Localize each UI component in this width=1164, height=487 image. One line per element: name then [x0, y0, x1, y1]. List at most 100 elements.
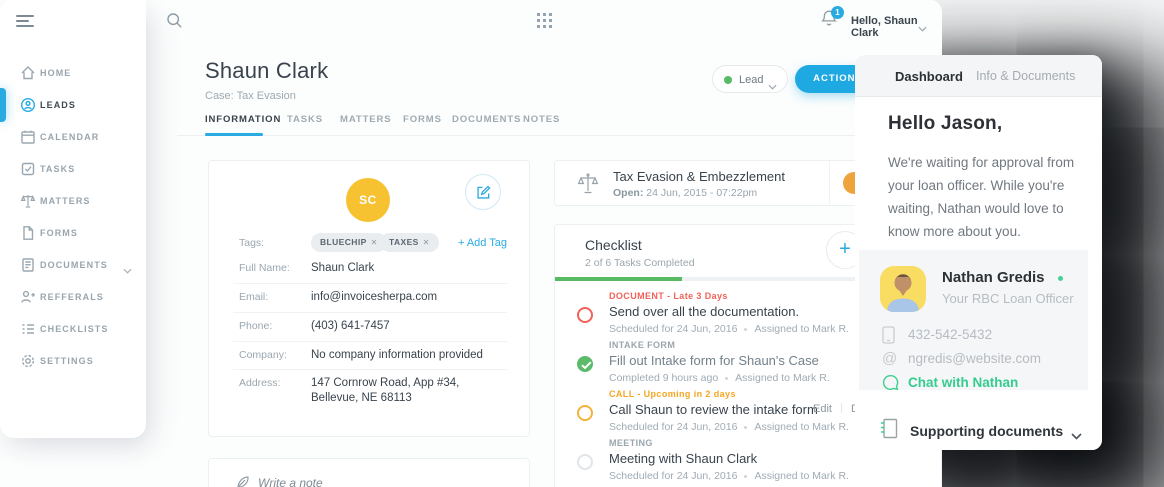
tag-label: TAXES	[389, 237, 419, 247]
status-dropdown[interactable]: Lead	[712, 65, 788, 93]
officer-email[interactable]: ngredis@website.com	[908, 351, 1041, 366]
sidebar-item-label: TASKS	[40, 164, 75, 174]
field-value: info@invoicesherpa.com	[311, 290, 437, 305]
sidebar-item-checklists[interactable]: CHECKLISTS	[0, 313, 146, 345]
case-open-label: Open:	[613, 187, 643, 199]
field-value: Shaun Clark	[311, 261, 374, 276]
task-category: CALL - Upcoming in 2 days	[609, 389, 736, 399]
sidebar-item-label: CALENDAR	[40, 132, 99, 142]
field-label: Company:	[239, 349, 287, 361]
apps-grid-icon[interactable]	[537, 13, 552, 28]
tab-documents[interactable]: DOCUMENTS	[452, 114, 521, 125]
remove-tag-icon[interactable]: ✕	[371, 238, 378, 247]
field-value: No company information provided	[311, 348, 483, 363]
remove-tag-icon[interactable]: ✕	[423, 238, 430, 247]
tag-taxes[interactable]: TAXES ✕	[380, 233, 439, 252]
officer-phone[interactable]: 432-542-5432	[908, 327, 992, 342]
panel-tab-info-documents[interactable]: Info & Documents	[976, 69, 1075, 83]
tab-information[interactable]: INFORMATION	[205, 114, 281, 125]
online-status-dot	[1058, 276, 1063, 281]
panel-message: We're waiting for approval from your loa…	[888, 151, 1080, 243]
sidebar-item-label: CHECKLISTS	[40, 324, 109, 334]
write-note-card[interactable]: Write a note	[208, 458, 530, 487]
sidebar-item-matters[interactable]: MATTERS	[0, 185, 146, 217]
documents-icon	[20, 257, 36, 273]
loan-officer-card: Nathan Gredis Your RBC Loan Officer 432-…	[859, 250, 1088, 390]
task-category: INTAKE FORM	[609, 340, 675, 350]
field-value-line2: Bellevue, NE 68113	[311, 391, 412, 406]
settings-icon	[20, 353, 36, 369]
task-checkbox[interactable]	[577, 405, 593, 421]
sidebar-item-label: LEADS	[40, 100, 76, 110]
edit-task-link[interactable]: Edit	[813, 403, 832, 415]
sidebar-item-settings[interactable]: SETTINGS	[0, 345, 146, 377]
task-assignee: Assigned to Mark R.	[754, 421, 849, 433]
case-title: Tax Evasion & Embezzlement	[613, 169, 785, 184]
sidebar-item-documents[interactable]: DOCUMENTS	[0, 249, 146, 281]
task-title: Fill out Intake form for Shaun's Case	[609, 353, 819, 368]
task-checkbox[interactable]	[577, 307, 593, 323]
tab-notes[interactable]: NOTES	[523, 114, 560, 125]
supporting-documents-toggle[interactable]: Supporting documents	[855, 410, 1102, 450]
field-value: 147 Cornrow Road, App #34,	[311, 376, 459, 391]
tab-matters[interactable]: MATTERS	[340, 114, 392, 125]
sidebar-item-refferals[interactable]: REFFERALS	[0, 281, 146, 313]
officer-email-row: @ ngredis@website.com	[859, 349, 1088, 371]
officer-role: Your RBC Loan Officer	[942, 291, 1074, 306]
tab-forms[interactable]: FORMS	[403, 114, 442, 125]
user-menu[interactable]: Hello, Shaun Clark	[851, 15, 942, 39]
sidebar-item-calendar[interactable]: CALENDAR	[0, 121, 146, 153]
edit-profile-button[interactable]	[465, 174, 501, 210]
matters-icon	[20, 193, 36, 209]
field-value: (403) 641-7457	[311, 319, 390, 334]
chat-row[interactable]: Chat with Nathan	[859, 373, 1088, 395]
scales-icon	[576, 172, 600, 196]
home-icon	[20, 65, 36, 81]
sidebar-item-tasks[interactable]: TASKS	[0, 153, 146, 185]
tags-row: Tags: BLUECHIP✕ TAXES ✕ + Add Tag	[209, 233, 531, 255]
sidebar-item-label: REFFERALS	[40, 292, 104, 302]
task-schedule: Scheduled for 24 Jun, 2016	[609, 470, 737, 482]
officer-phone-row: 432-542-5432	[859, 325, 1088, 347]
task-category: DOCUMENT - Late 3 Days	[609, 291, 728, 301]
checklist-progress-text: 2 of 6 Tasks Completed	[585, 257, 695, 269]
task-assignee: Assigned to Mark R.	[754, 470, 849, 482]
task-meta: Scheduled for 24 Jun, 2016 Assigned to Ma…	[609, 470, 849, 482]
page-title: Shaun Clark	[205, 58, 328, 84]
phone-icon	[882, 326, 898, 344]
menu-toggle-icon[interactable]	[16, 15, 34, 27]
pen-icon	[235, 475, 250, 487]
checklist-title: Checklist	[585, 237, 642, 253]
tag-bluechip[interactable]: BLUECHIP✕	[311, 233, 387, 252]
notifications-bell-icon[interactable]: 1	[820, 9, 842, 29]
task-assignee: Assigned to Mark R.	[754, 323, 849, 335]
case-open-date: Open: 24 Jun, 2015 - 07:22pm	[613, 187, 757, 199]
task-schedule: Scheduled for 24 Jun, 2016	[609, 421, 737, 433]
add-tag-link[interactable]: + Add Tag	[458, 237, 507, 249]
sidebar-item-forms[interactable]: FORMS	[0, 217, 146, 249]
field-label: Email:	[239, 291, 268, 303]
tags-label: Tags:	[239, 237, 264, 249]
chat-with-nathan-link[interactable]: Chat with Nathan	[908, 375, 1018, 390]
sidebar-item-home[interactable]: HOME	[0, 57, 146, 89]
note-placeholder: Write a note	[258, 476, 323, 487]
supporting-documents-label: Supporting documents	[910, 423, 1063, 439]
sidebar-item-label: MATTERS	[40, 196, 91, 206]
search-icon[interactable]	[166, 12, 183, 29]
task-checkbox-checked[interactable]	[577, 356, 593, 372]
field-label: Full Name:	[239, 262, 290, 274]
panel-greeting: Hello Jason,	[888, 113, 1002, 135]
field-phone: Phone: (403) 641-7457	[209, 317, 531, 342]
app-window: HOME LEADS CALENDAR TASKS MATTER	[0, 0, 942, 487]
chevron-down-icon	[1071, 427, 1082, 434]
chevron-down-icon[interactable]	[918, 19, 927, 25]
task-assignee: Assigned to Mark R.	[735, 372, 830, 384]
sidebar-item-leads[interactable]: LEADS	[0, 89, 146, 121]
panel-tab-dashboard[interactable]: Dashboard	[895, 69, 963, 84]
tab-tasks[interactable]: TASKS	[287, 114, 323, 125]
chat-bubble-icon	[882, 374, 898, 392]
document-icon	[879, 418, 898, 439]
sidebar-item-label: SETTINGS	[40, 356, 94, 366]
task-checkbox[interactable]	[577, 454, 593, 470]
at-icon: @	[882, 350, 898, 368]
